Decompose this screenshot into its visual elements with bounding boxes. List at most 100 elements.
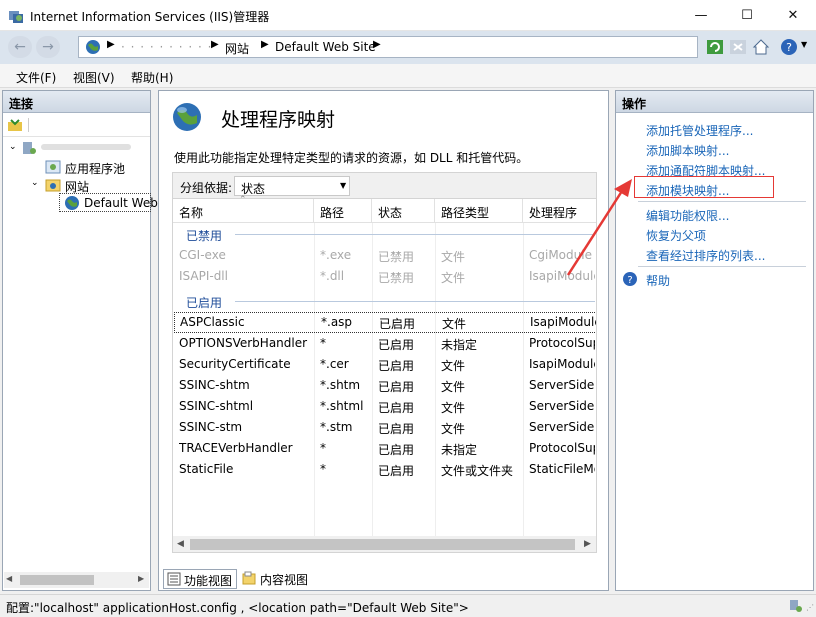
- group-divider: [235, 301, 595, 302]
- scroll-left-icon[interactable]: ◀: [6, 574, 12, 583]
- cell-path: *.asp: [321, 315, 353, 329]
- table-row[interactable]: CGI-exe *.exe 已禁用 文件 CgiModule: [173, 245, 596, 266]
- stop-icon[interactable]: [728, 37, 748, 57]
- breadcrumb-default-web-site[interactable]: Default Web Site: [275, 40, 376, 54]
- column-header-path-type[interactable]: 路径类型: [435, 199, 523, 223]
- cell-handler: StaticFileMod: [529, 462, 595, 476]
- table-row[interactable]: SSINC-shtml *.shtml 已启用 文件 ServerSideInc: [173, 396, 596, 417]
- cell-name: TRACEVerbHandler: [179, 441, 293, 455]
- scroll-thumb[interactable]: [20, 575, 94, 585]
- cell-state: 已启用: [379, 317, 416, 331]
- cell-name: SSINC-shtm: [179, 378, 250, 392]
- tab-content-label: 内容视图: [260, 573, 309, 587]
- address-bar[interactable]: ▶ · · · · · · · · · · ▶ 网站 ▶ Default Web…: [78, 36, 698, 58]
- table-row[interactable]: SSINC-shtm *.shtm 已启用 文件 ServerSideInc: [173, 375, 596, 396]
- status-bar: 配置:"localhost" applicationHost.config , …: [0, 594, 816, 617]
- cell-name: CGI-exe: [179, 248, 226, 262]
- menu-file[interactable]: 文件(F): [16, 69, 56, 86]
- help-icon[interactable]: ?: [779, 37, 799, 57]
- table-row[interactable]: SSINC-stm *.stm 已启用 文件 ServerSideInc: [173, 417, 596, 438]
- sort-ascending-icon: ⌃: [239, 195, 247, 205]
- close-button[interactable]: ✕: [770, 0, 816, 31]
- annotation-arrow-icon: [566, 179, 632, 276]
- cell-path-type: 未指定: [441, 443, 478, 457]
- chevron-down-icon: ▼: [340, 181, 347, 190]
- cell-handler: ServerSideInc: [529, 378, 595, 392]
- table-row-selected[interactable]: ASPClassic *.asp 已启用 文件 IsapiModule: [174, 312, 596, 333]
- table-row[interactable]: ISAPI-dll *.dll 已禁用 文件 IsapiModule: [173, 266, 596, 287]
- groupby-select[interactable]: 状态 ▼: [234, 176, 350, 196]
- tree-expand-icon[interactable]: ⌄: [9, 142, 17, 152]
- cell-path: *.cer: [320, 357, 349, 371]
- menu-view[interactable]: 视图(V): [73, 69, 115, 86]
- column-header-state[interactable]: 状态: [372, 199, 435, 223]
- actions-divider: [638, 201, 806, 202]
- action-help[interactable]: 帮助: [646, 272, 670, 289]
- breadcrumb-host[interactable]: · · · · · · · · · ·: [121, 40, 212, 54]
- action-add-script-map[interactable]: 添加脚本映射...: [646, 142, 729, 159]
- cell-path: *: [320, 462, 326, 476]
- handler-table: 分组依据: 状态 ▼ 名称 ⌃ 路径 状态 路径类型 处理程序 已禁用 CGI-…: [172, 172, 597, 553]
- cell-path: *.dll: [320, 269, 345, 283]
- breadcrumb-sites[interactable]: 网站: [225, 40, 249, 57]
- app-pool-icon: [45, 160, 61, 174]
- cell-handler: IsapiModule: [529, 357, 595, 371]
- cell-path-type: 未指定: [441, 338, 478, 352]
- cell-path: *: [320, 336, 326, 350]
- page-title: 处理程序映射: [221, 109, 336, 131]
- cell-state: 已启用: [378, 422, 415, 436]
- connections-hscrollbar[interactable]: ◀ ▶: [4, 572, 149, 588]
- maximize-button[interactable]: ☐: [724, 0, 770, 31]
- scroll-right-icon[interactable]: ▶: [584, 539, 591, 549]
- cell-handler: ServerSideInc: [529, 420, 595, 434]
- group-header-enabled[interactable]: 已启用: [186, 294, 222, 311]
- table-row[interactable]: SecurityCertificate *.cer 已启用 文件 IsapiMo…: [173, 354, 596, 375]
- table-row[interactable]: TRACEVerbHandler * 已启用 未指定 ProtocolSupp: [173, 438, 596, 459]
- breadcrumb-separator-icon: ▶: [211, 39, 219, 50]
- cell-path-type: 文件: [441, 271, 466, 285]
- scroll-left-icon[interactable]: ◀: [177, 539, 184, 549]
- tab-features-label: 功能视图: [184, 574, 233, 588]
- cell-path-type: 文件: [441, 250, 466, 264]
- action-view-ordered-list[interactable]: 查看经过排序的列表...: [646, 247, 765, 264]
- title-bar: Internet Information Services (IIS)管理器 —…: [0, 0, 816, 31]
- tree-item-default-web[interactable]: Default Web: [84, 196, 158, 210]
- refresh-icon[interactable]: [705, 37, 725, 57]
- content-view-icon: [242, 571, 256, 585]
- scroll-thumb[interactable]: [190, 539, 575, 550]
- table-row[interactable]: StaticFile * 已启用 文件或文件夹 StaticFileMod: [173, 459, 596, 480]
- tree-item-app-pools[interactable]: 应用程序池: [65, 160, 125, 177]
- home-icon[interactable]: [751, 37, 771, 57]
- breadcrumb-separator-icon: ▶: [261, 39, 269, 50]
- tree-expand-icon[interactable]: ⌄: [31, 178, 39, 188]
- back-arrow-icon[interactable]: ←: [8, 36, 32, 58]
- cell-name: OPTIONSVerbHandler: [179, 336, 308, 350]
- tab-content-view[interactable]: 内容视图: [240, 569, 314, 589]
- action-edit-feature-permissions[interactable]: 编辑功能权限...: [646, 207, 729, 224]
- toolbar-divider: [28, 118, 29, 132]
- connect-icon[interactable]: [7, 117, 23, 133]
- action-add-managed-handler[interactable]: 添加托管处理程序...: [646, 122, 753, 139]
- action-revert-to-parent[interactable]: 恢复为父项: [646, 227, 706, 244]
- cell-path: *.stm: [320, 420, 353, 434]
- resize-grip-icon[interactable]: ⋰: [806, 603, 814, 612]
- group-header-disabled[interactable]: 已禁用: [186, 227, 222, 244]
- table-hscrollbar[interactable]: ◀ ▶: [173, 536, 596, 552]
- cell-path-type: 文件: [441, 422, 466, 436]
- menu-help[interactable]: 帮助(H): [131, 69, 173, 86]
- table-row[interactable]: OPTIONSVerbHandler * 已启用 未指定 ProtocolSup…: [173, 333, 596, 354]
- cell-state: 已启用: [378, 464, 415, 478]
- server-name-masked[interactable]: [41, 144, 131, 150]
- forward-arrow-icon[interactable]: →: [36, 36, 60, 58]
- tab-features-view[interactable]: 功能视图: [163, 569, 237, 589]
- column-header-path[interactable]: 路径: [314, 199, 372, 223]
- connections-title: 连接: [3, 91, 150, 113]
- cell-state: 已禁用: [378, 271, 415, 285]
- minimize-button[interactable]: —: [678, 0, 724, 31]
- table-header: 名称 ⌃ 路径 状态 路径类型 处理程序: [173, 195, 596, 223]
- main-panel: 处理程序映射 使用此功能指定处理特定类型的请求的资源，如 DLL 和托管代码。 …: [158, 90, 609, 591]
- cell-path: *.shtm: [320, 378, 361, 392]
- page-description: 使用此功能指定处理特定类型的请求的资源，如 DLL 和托管代码。: [174, 151, 529, 165]
- help-dropdown-icon[interactable]: ▼: [801, 40, 807, 49]
- scroll-right-icon[interactable]: ▶: [138, 574, 144, 583]
